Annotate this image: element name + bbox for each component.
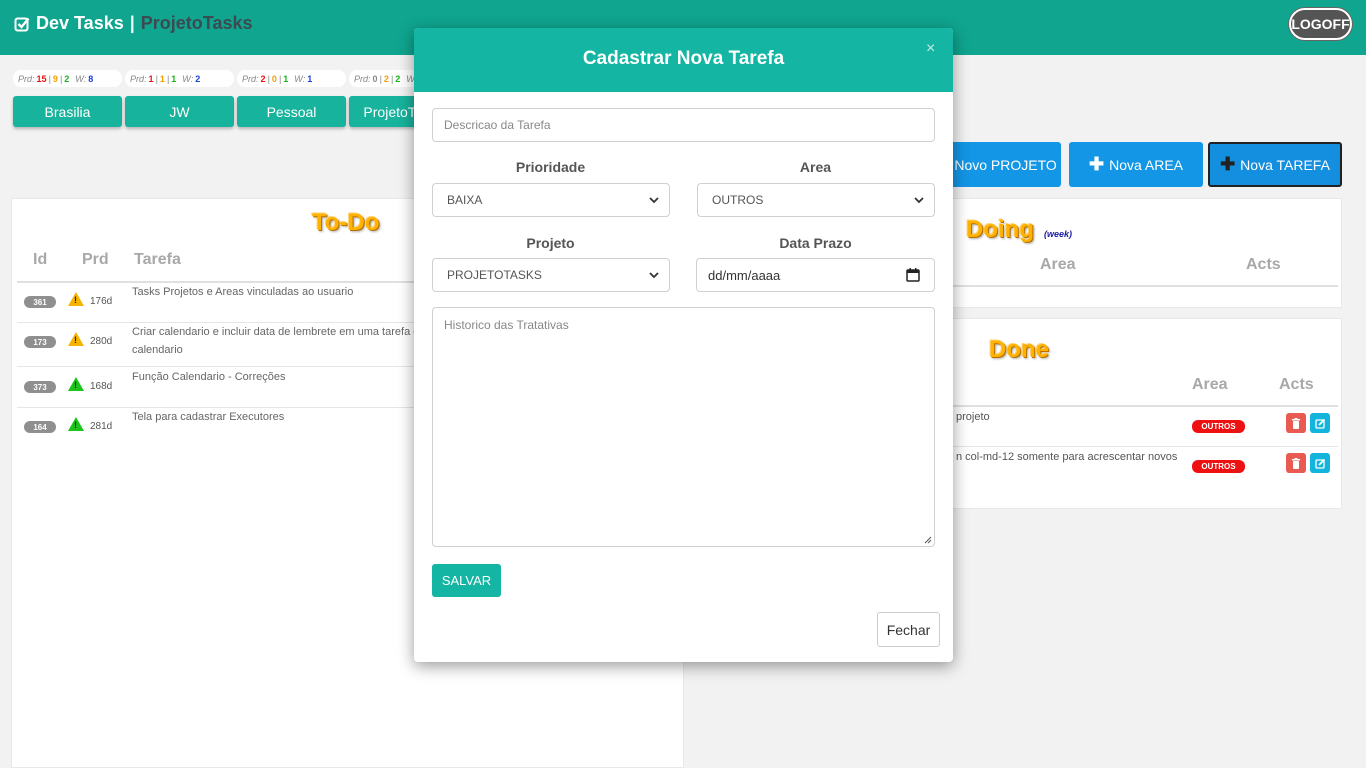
area-select[interactable]: OUTROS [697,183,935,217]
resize-handle-icon[interactable] [924,536,932,544]
prioridade-select[interactable]: BAIXA [432,183,670,217]
close-icon[interactable]: × [926,40,935,58]
area-label: Area [799,159,832,175]
modal-header: Cadastrar Nova Tarefa × [414,28,953,92]
fechar-button[interactable]: Fechar [877,612,940,647]
historico-textarea[interactable]: Historico das Tratativas [432,307,935,547]
chevron-down-icon [649,197,659,204]
chevron-down-icon [649,272,659,279]
descricao-input[interactable]: Descricao da Tarefa [432,108,935,142]
projeto-label: Projeto [526,235,575,251]
calendar-icon[interactable] [906,268,920,282]
modal-title: Cadastrar Nova Tarefa [582,48,785,69]
chevron-down-icon [914,197,924,204]
data-prazo-input[interactable]: dd/mm/aaaa [696,258,935,292]
prioridade-label: Prioridade [515,159,586,175]
projeto-select[interactable]: PROJETOTASKS [432,258,670,292]
nova-tarefa-modal: Cadastrar Nova Tarefa × Descricao da Tar… [414,28,953,662]
data-prazo-label: Data Prazo [779,235,852,251]
salvar-button[interactable]: SALVAR [432,564,501,597]
